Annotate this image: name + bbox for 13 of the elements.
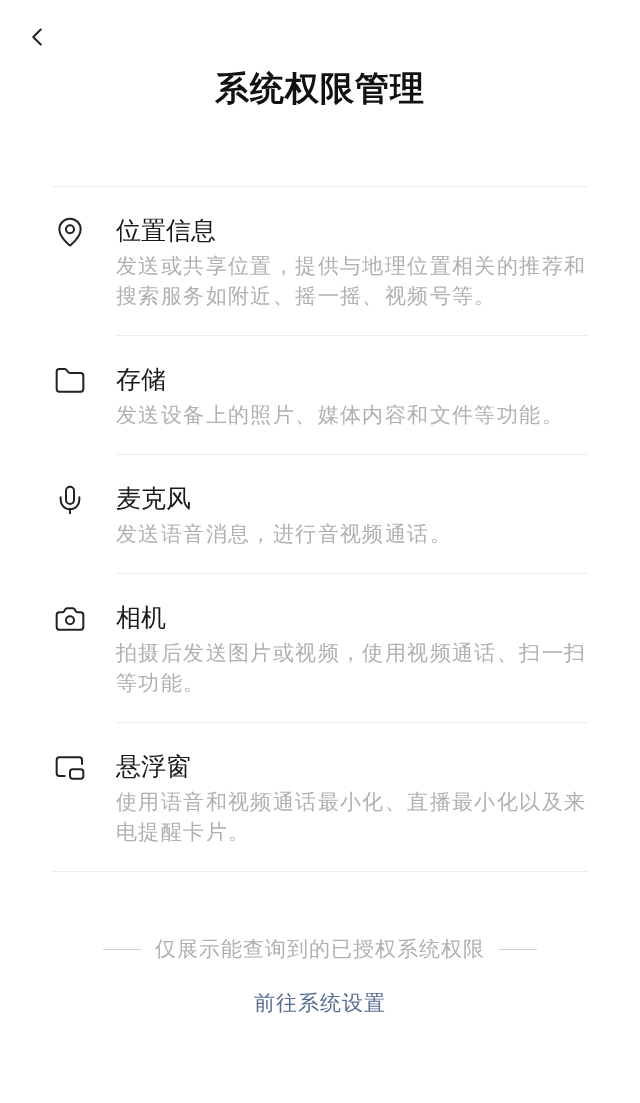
permission-description: 发送或共享位置，提供与地理位置相关的推荐和搜索服务如附近、摇一摇、视频号等。 <box>116 253 588 310</box>
permission-name: 悬浮窗 <box>116 751 192 783</box>
system-settings-link[interactable]: 前往系统设置 <box>254 987 386 1019</box>
footer-note: 仅展示能查询到的已授权系统权限 <box>155 936 485 963</box>
permission-name: 麦克风 <box>116 483 192 515</box>
permission-description: 拍摄后发送图片或视频，使用视频通话、扫一扫等功能。 <box>116 640 588 697</box>
permission-description: 使用语音和视频通话最小化、直播最小化以及来电提醒卡片。 <box>116 789 588 846</box>
permission-description: 发送语音消息，进行音视频通话。 <box>116 521 453 548</box>
permission-description: 发送设备上的照片、媒体内容和文件等功能。 <box>116 402 565 429</box>
permission-name: 位置信息 <box>116 215 217 247</box>
permission-name: 存储 <box>116 364 167 396</box>
permission-name: 相机 <box>116 602 167 634</box>
page-title: 系统权限管理 <box>215 67 425 110</box>
